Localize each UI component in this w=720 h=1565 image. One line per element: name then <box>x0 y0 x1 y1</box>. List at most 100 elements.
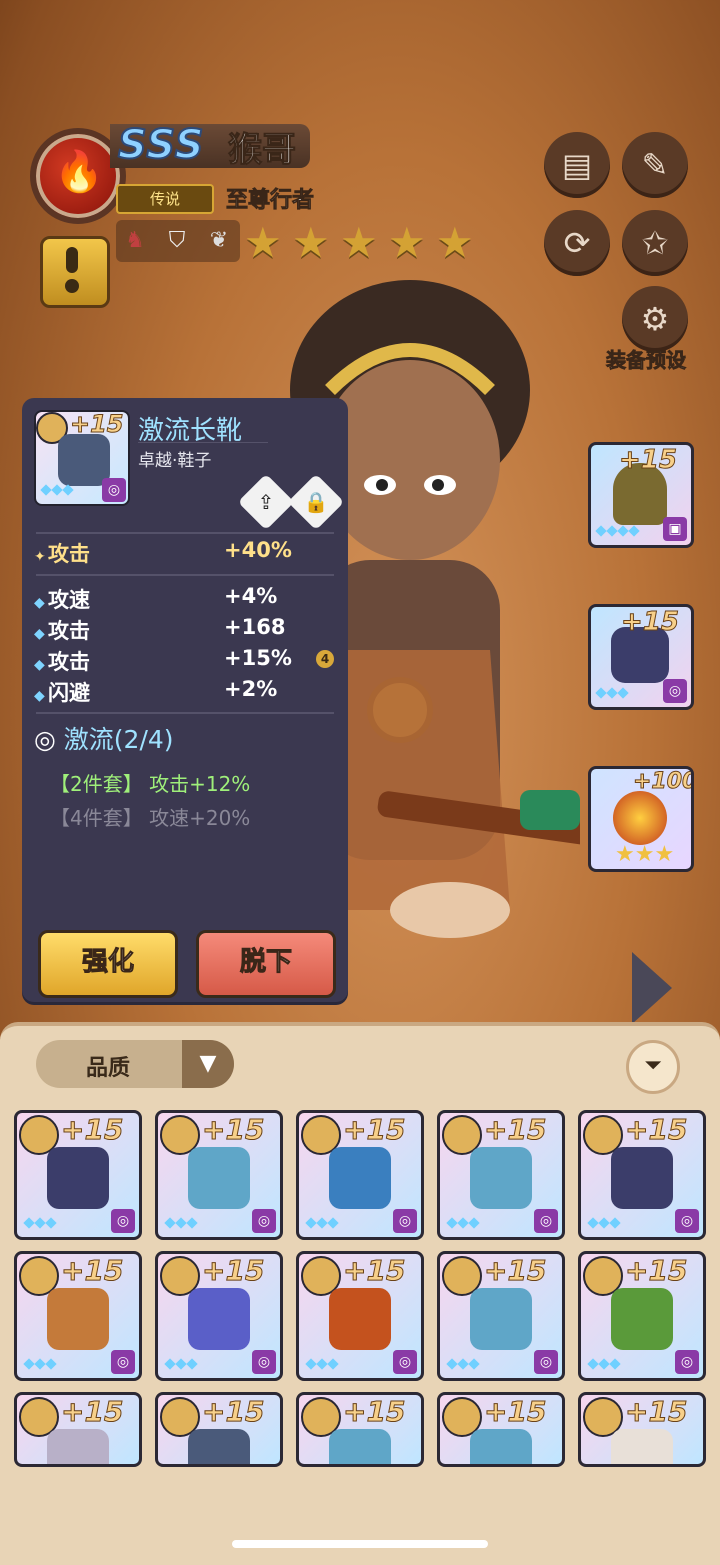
element-icon: ◎ <box>534 1209 558 1233</box>
accessory-icon <box>613 791 667 845</box>
lock-icon: 🔒 <box>303 490 329 514</box>
stat-value: +168 <box>224 615 286 639</box>
boots-icon <box>470 1147 532 1209</box>
item-thumbnail: +15 ◎ <box>34 410 130 506</box>
quality-gems <box>164 1212 199 1231</box>
element-icon: ◎ <box>534 1350 558 1374</box>
enhance-level: +15 <box>624 1113 688 1147</box>
inventory-item[interactable]: +15 <box>296 1392 424 1467</box>
enhance-button[interactable]: 强化 <box>38 930 178 998</box>
inventory-item[interactable]: +15 ◎ <box>578 1110 706 1240</box>
element-icon: ◎ <box>393 1350 417 1374</box>
inventory-item[interactable]: +15 ◎ <box>578 1251 706 1381</box>
inventory-item[interactable]: +15 ◎ <box>155 1110 283 1240</box>
quality-gems <box>164 1353 199 1372</box>
item-type: 卓越·鞋子 <box>138 451 212 471</box>
stat-name: 闪避 <box>48 681 90 705</box>
preset-label: 装备预设 <box>606 348 687 373</box>
boots-icon <box>188 1288 250 1350</box>
enhance-level: +15 <box>60 1395 124 1429</box>
inventory-item[interactable]: +15 <box>155 1392 283 1467</box>
fire-icon: 🔥 <box>54 149 104 195</box>
quality-gems <box>305 1353 340 1372</box>
filter-button[interactable]: ⏷ <box>626 1040 680 1094</box>
inventory-item[interactable]: +15 <box>437 1392 565 1467</box>
next-arrow-button[interactable] <box>632 952 672 1024</box>
stat-name: 攻击 <box>48 650 90 674</box>
enhance-level: +15 <box>619 445 678 476</box>
home-indicator <box>232 1540 488 1548</box>
swap-icon: ⟳ <box>563 224 591 262</box>
set-name: ◎ 激流(2/4) <box>34 725 174 754</box>
sub-stat-row: ◆ 攻速 +4% <box>34 584 278 612</box>
quality-gems <box>587 1353 622 1372</box>
star-icon: ★ <box>340 218 378 267</box>
star-icon: ★ <box>388 218 426 267</box>
book-button[interactable]: ▤ <box>544 132 610 198</box>
enhance-level: +15 <box>624 1395 688 1429</box>
enhance-level: +15 <box>483 1113 547 1147</box>
boots-icon <box>611 1147 673 1209</box>
quality-gems <box>446 1212 481 1231</box>
boots-icon <box>611 1429 673 1464</box>
element-icon: ▣ <box>663 517 687 541</box>
enhance-level: +15 <box>342 1395 406 1429</box>
boots-icon <box>47 1429 109 1464</box>
quality-gems <box>23 1353 58 1372</box>
element-icon: ◎ <box>252 1350 276 1374</box>
sort-dropdown[interactable]: 品质 ▼ <box>36 1040 234 1088</box>
inventory-item[interactable]: +15 ◎ <box>296 1110 424 1240</box>
sort-label: 品质 <box>86 1056 131 1081</box>
star-swap-icon: ✩ <box>641 224 669 262</box>
quality-gems <box>40 479 75 498</box>
info-button[interactable] <box>40 236 110 308</box>
preset-button[interactable]: ⚙ <box>622 286 688 352</box>
book-icon: ▤ <box>561 146 593 184</box>
hero-name: 猴哥 <box>228 130 297 171</box>
share-button[interactable]: ⇪ <box>237 473 295 531</box>
share-icon: ⇪ <box>257 490 275 514</box>
enhance-level: +15 <box>621 607 680 638</box>
boots-icon <box>329 1147 391 1209</box>
enhance-level: +15 <box>70 410 125 439</box>
unequip-button[interactable]: 脱下 <box>196 930 336 998</box>
enhance-level: +15 <box>201 1113 265 1147</box>
quality-gems <box>595 520 641 539</box>
equip-slot-accessory[interactable]: +100 ★★★ <box>588 766 694 872</box>
refine-badge: 4 <box>316 650 334 668</box>
enhance-level: +15 <box>60 1254 124 1288</box>
hero-title: 至尊行者 <box>226 188 315 214</box>
element-icon: ◎ <box>393 1209 417 1233</box>
star-swap-button[interactable]: ✩ <box>622 210 688 276</box>
stat-name: 攻击 <box>48 542 90 566</box>
element-icon: ◎ <box>675 1209 699 1233</box>
swap-hero-button[interactable]: ⟳ <box>544 210 610 276</box>
stat-value: +15% <box>224 646 292 670</box>
stat-name: 攻击 <box>48 619 90 643</box>
inventory-item[interactable]: +15 ◎ <box>437 1251 565 1381</box>
item-detail-panel: +15 ◎ 激流长靴 卓越·鞋子 ⇪ 🔒 ✦ 攻击 +40% ◆ 攻速 +4% ◆ 攻… <box>22 398 348 1002</box>
inventory-item[interactable]: +15 <box>578 1392 706 1467</box>
notes-button[interactable]: ✎ <box>622 132 688 198</box>
star-icon: ★ <box>292 218 330 267</box>
stat-value: +40% <box>224 538 292 562</box>
hero-grade: SSS <box>117 121 205 169</box>
rarity-badge: 传说 <box>116 184 214 214</box>
element-icon: ◎ <box>102 478 126 502</box>
inventory-item[interactable]: +15 ◎ <box>296 1251 424 1381</box>
stat-name: 攻速 <box>48 588 90 612</box>
leaf-icon: ❦ <box>209 228 229 253</box>
inventory-item[interactable]: +15 ◎ <box>14 1110 142 1240</box>
lock-button[interactable]: 🔒 <box>287 473 345 531</box>
sub-stat-row: ◆ 攻击 +168 <box>34 615 286 643</box>
inventory-item[interactable]: +15 <box>14 1392 142 1467</box>
inventory-item[interactable]: +15 ◎ <box>437 1110 565 1240</box>
inventory-item[interactable]: +15 ◎ <box>14 1251 142 1381</box>
equip-slot-boots[interactable]: +15 ◎ <box>588 604 694 710</box>
set-bonus-2: 【2件套】 攻击+12% <box>50 772 251 796</box>
stat-value: +4% <box>224 584 278 608</box>
equip-slot-helmet[interactable]: +15 ▣ <box>588 442 694 548</box>
quality-gems <box>446 1353 481 1372</box>
slot-stars: ★★★ <box>615 842 675 867</box>
inventory-item[interactable]: +15 ◎ <box>155 1251 283 1381</box>
